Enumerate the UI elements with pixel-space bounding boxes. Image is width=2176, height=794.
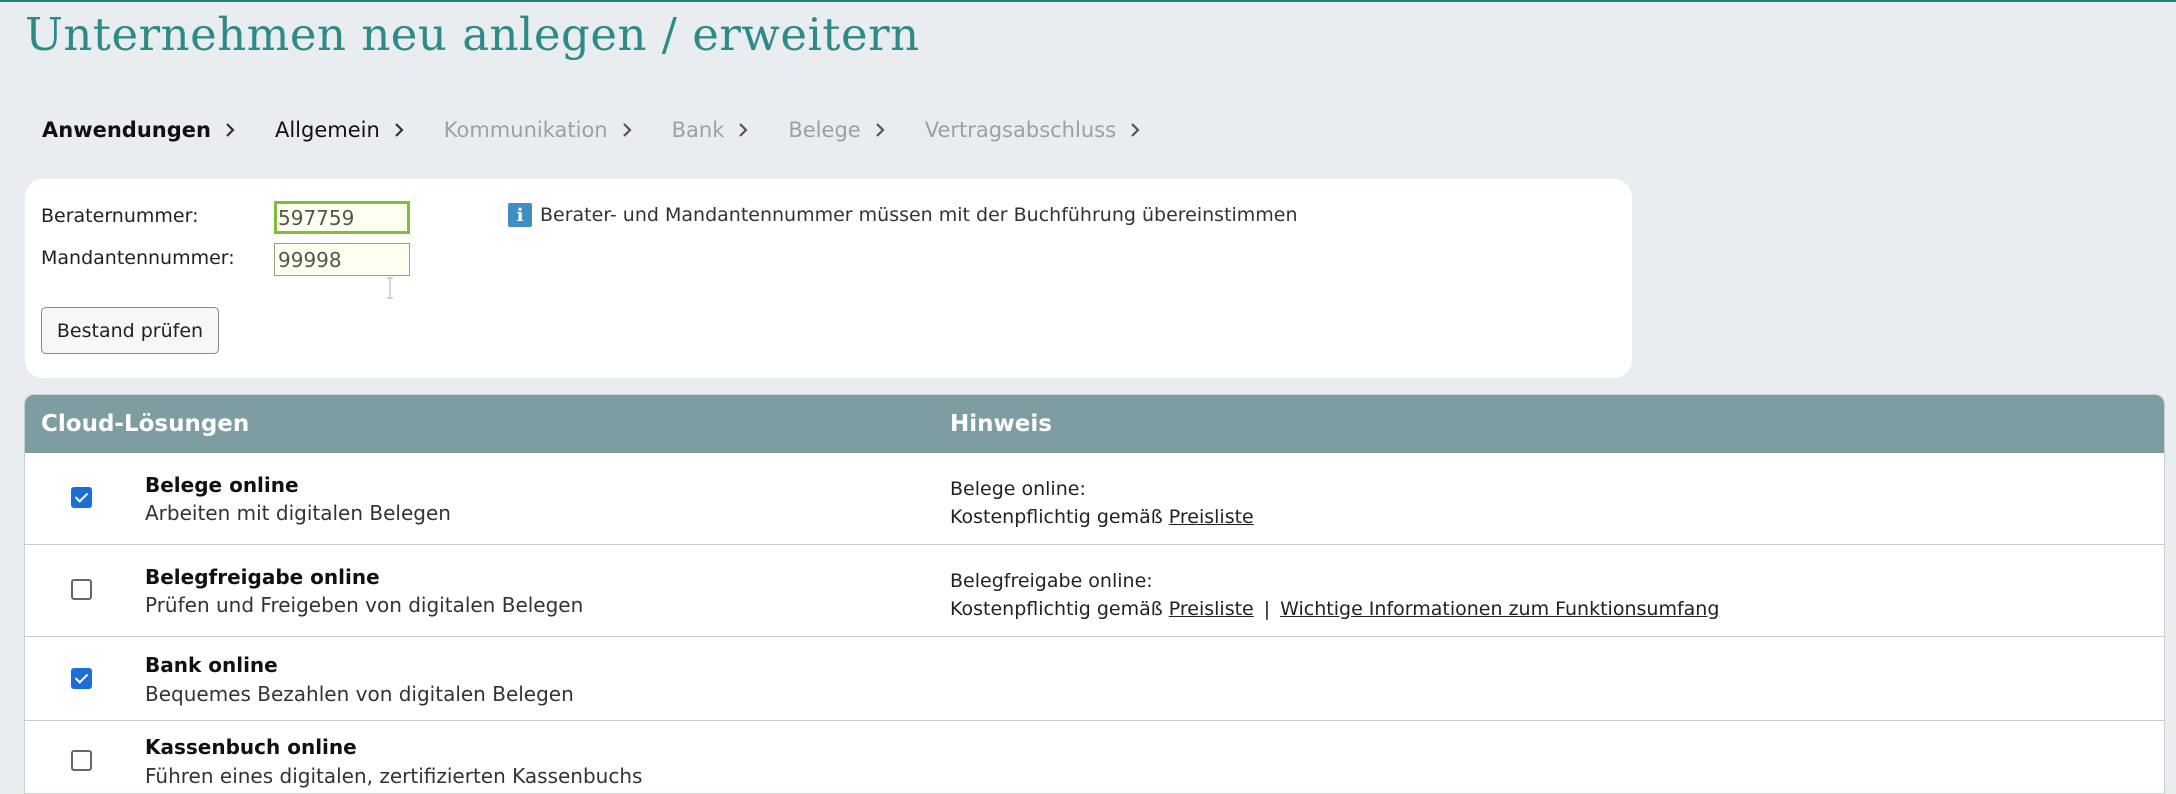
hint-title: Belegfreigabe online:: [950, 570, 1153, 592]
page-title: Unternehmen neu anlegen / erweitern: [25, 8, 920, 61]
row-title: Belege online: [145, 473, 299, 497]
step-label: Allgemein: [274, 118, 380, 142]
column-header-solution: Cloud-Lösungen: [41, 411, 250, 437]
row-subtitle: Führen eines digitalen, zertifizierten K…: [145, 764, 643, 788]
row-subtitle: Prüfen und Freigeben von digitalen Beleg…: [145, 593, 584, 617]
step-label: Kommunikation: [443, 118, 608, 142]
text-cursor-icon: [387, 277, 393, 299]
info-note: i Berater- und Mandantennummer müssen mi…: [508, 203, 1298, 227]
chevron-right-icon: [622, 122, 632, 138]
table-row: Belegfreigabe online Prüfen und Freigebe…: [25, 545, 2164, 637]
step-label: Belege: [788, 118, 861, 142]
berater-input[interactable]: [274, 201, 410, 234]
step-label: Anwendungen: [42, 118, 211, 142]
table-row: Kassenbuch online Führen eines digitalen…: [25, 721, 2164, 793]
chevron-right-icon: [1130, 122, 1140, 138]
step-vertragsabschluss: Vertragsabschluss: [925, 118, 1140, 142]
mandant-input[interactable]: [274, 243, 410, 276]
row-subtitle: Arbeiten mit digitalen Belegen: [145, 501, 451, 525]
row-subtitle: Bequemes Bezahlen von digitalen Belegen: [145, 682, 574, 706]
row-title: Bank online: [145, 653, 278, 677]
number-card: Beraternummer: Mandantennummer: i Berate…: [25, 179, 1632, 378]
hint-line: Kostenpflichtig gemäß Preisliste | Wichtig…: [950, 598, 1719, 620]
step-allgemein[interactable]: Allgemein: [275, 118, 404, 142]
checkbox-belegfreigabe-online[interactable]: [71, 579, 92, 600]
row-title: Kassenbuch online: [145, 735, 357, 759]
preisliste-link[interactable]: Preisliste: [1169, 598, 1254, 620]
step-label: Bank: [671, 118, 725, 142]
info-icon: i: [508, 203, 532, 227]
step-belege: Belege: [788, 118, 885, 142]
bestand-pruefen-button[interactable]: Bestand prüfen: [41, 307, 219, 354]
mandant-label: Mandantennummer:: [41, 247, 235, 269]
funktionsumfang-link[interactable]: Wichtige Informationen zum Funktionsumfa…: [1280, 598, 1719, 620]
berater-label: Beraternummer:: [41, 205, 199, 227]
hint-title: Belege online:: [950, 478, 1086, 500]
column-header-hint: Hinweis: [950, 411, 1052, 437]
chevron-right-icon: [394, 122, 404, 138]
step-bank: Bank: [672, 118, 749, 142]
table-header: Cloud-Lösungen Hinweis: [25, 395, 2164, 453]
checkbox-bank-online[interactable]: [71, 668, 92, 689]
hint-separator: |: [1263, 598, 1271, 620]
chevron-right-icon: [225, 122, 235, 138]
chevron-right-icon: [738, 122, 748, 138]
hint-line: Kostenpflichtig gemäß Preisliste: [950, 506, 1254, 528]
hint-prefix: Kostenpflichtig gemäß: [950, 598, 1163, 620]
hint-prefix: Kostenpflichtig gemäß: [950, 506, 1163, 528]
wizard-steps: Anwendungen Allgemein Kommunikation Bank…: [42, 118, 1180, 142]
table-row: Bank online Bequemes Bezahlen von digita…: [25, 637, 2164, 721]
checkbox-kassenbuch-online[interactable]: [71, 750, 92, 771]
step-label: Vertragsabschluss: [924, 118, 1117, 142]
chevron-right-icon: [875, 122, 885, 138]
table-row: Belege online Arbeiten mit digitalen Bel…: [25, 453, 2164, 545]
info-text: Berater- und Mandantennummer müssen mit …: [540, 204, 1298, 226]
cloud-solutions-table: Cloud-Lösungen Hinweis Belege online Arb…: [24, 394, 2165, 794]
step-kommunikation: Kommunikation: [444, 118, 632, 142]
preisliste-link[interactable]: Preisliste: [1169, 506, 1254, 528]
checkbox-belege-online[interactable]: [71, 487, 92, 508]
step-anwendungen[interactable]: Anwendungen: [42, 118, 235, 142]
row-title: Belegfreigabe online: [145, 565, 380, 589]
